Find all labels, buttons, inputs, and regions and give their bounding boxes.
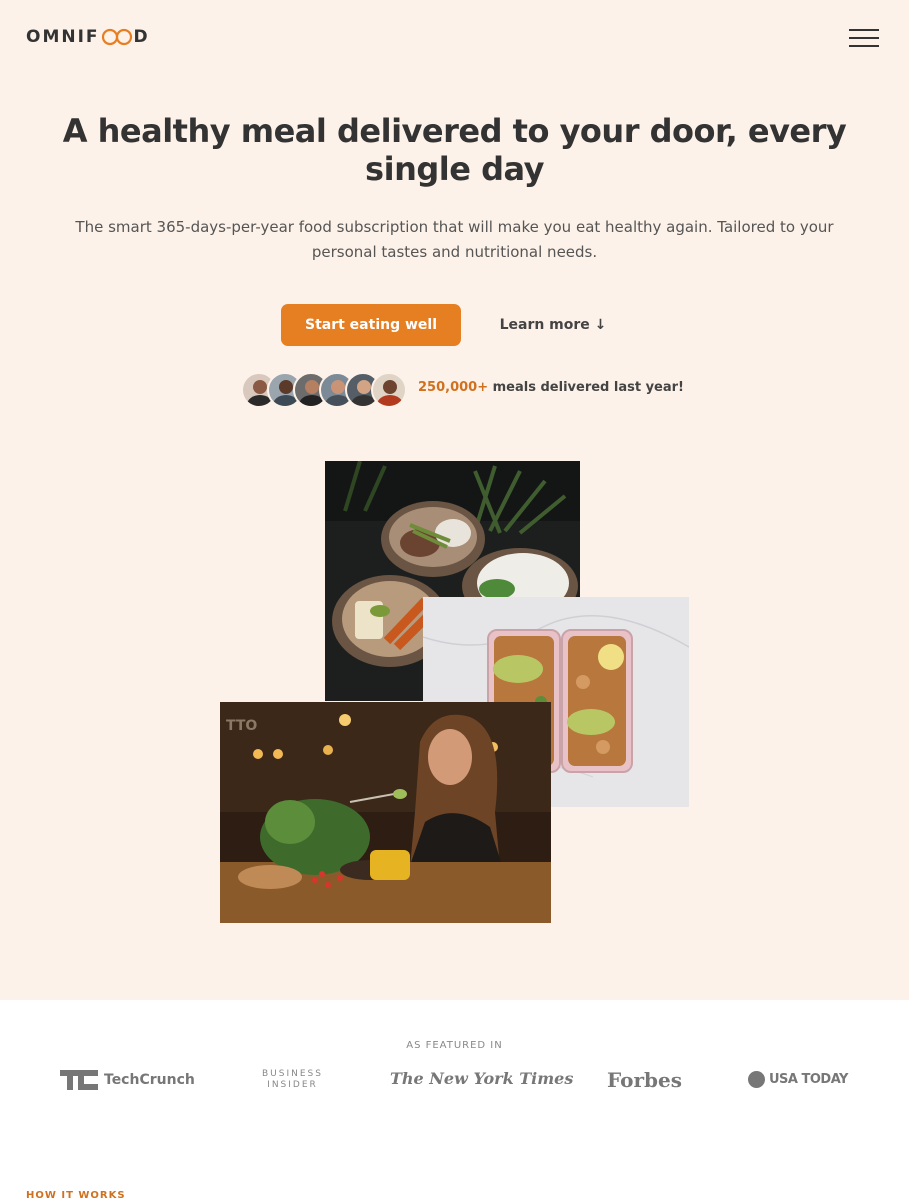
customer-avatars bbox=[241, 372, 411, 408]
business-insider-logo: BUSINESS INSIDER bbox=[262, 1069, 323, 1091]
svg-text:TTO: TTO bbox=[226, 718, 257, 734]
featured-in-section: AS FEATURED IN TechCrunch BUSINESS INSID… bbox=[0, 1000, 909, 1201]
menu-icon[interactable] bbox=[849, 27, 879, 49]
meals-delivered-label: meals delivered last year! bbox=[488, 380, 684, 395]
usa-today-text: USA TODAY bbox=[769, 1072, 848, 1087]
usa-today-circle-icon bbox=[748, 1071, 765, 1088]
hero-title: A healthy meal delivered to your door, e… bbox=[62, 112, 847, 188]
how-it-works-label: HOW IT WORKS bbox=[26, 1190, 126, 1201]
forbes-logo: Forbes bbox=[607, 1068, 682, 1092]
omnifood-logo[interactable]: OMNIF D bbox=[26, 27, 150, 47]
logo-text-right: D bbox=[133, 27, 150, 47]
hero-image-woman-eating: TTO bbox=[220, 702, 551, 923]
logo-infinity-icon bbox=[101, 28, 133, 46]
new-york-times-logo: The New York Times bbox=[390, 1069, 574, 1088]
usa-today-logo: USA TODAY bbox=[748, 1071, 848, 1088]
meals-delivered-count: 250,000+ bbox=[418, 380, 489, 395]
techcrunch-text: TechCrunch bbox=[104, 1072, 195, 1088]
insider-text: INSIDER bbox=[267, 1080, 318, 1090]
hero-description: The smart 365-days-per-year food subscri… bbox=[75, 218, 834, 261]
techcrunch-mark-icon bbox=[60, 1070, 98, 1090]
business-text: BUSINESS bbox=[262, 1069, 323, 1079]
customer-avatar bbox=[371, 372, 407, 408]
hero-section: OMNIF D A healthy meal delivered to your… bbox=[0, 0, 909, 1000]
featured-heading: AS FEATURED IN bbox=[406, 1040, 503, 1051]
techcrunch-logo: TechCrunch bbox=[60, 1070, 195, 1090]
logo-text-left: OMNIF bbox=[26, 27, 100, 47]
meals-delivered-text: 250,000+ meals delivered last year! bbox=[418, 380, 684, 395]
start-eating-well-button[interactable]: Start eating well bbox=[281, 304, 461, 346]
learn-more-button[interactable]: Learn more ↓ bbox=[486, 304, 620, 346]
